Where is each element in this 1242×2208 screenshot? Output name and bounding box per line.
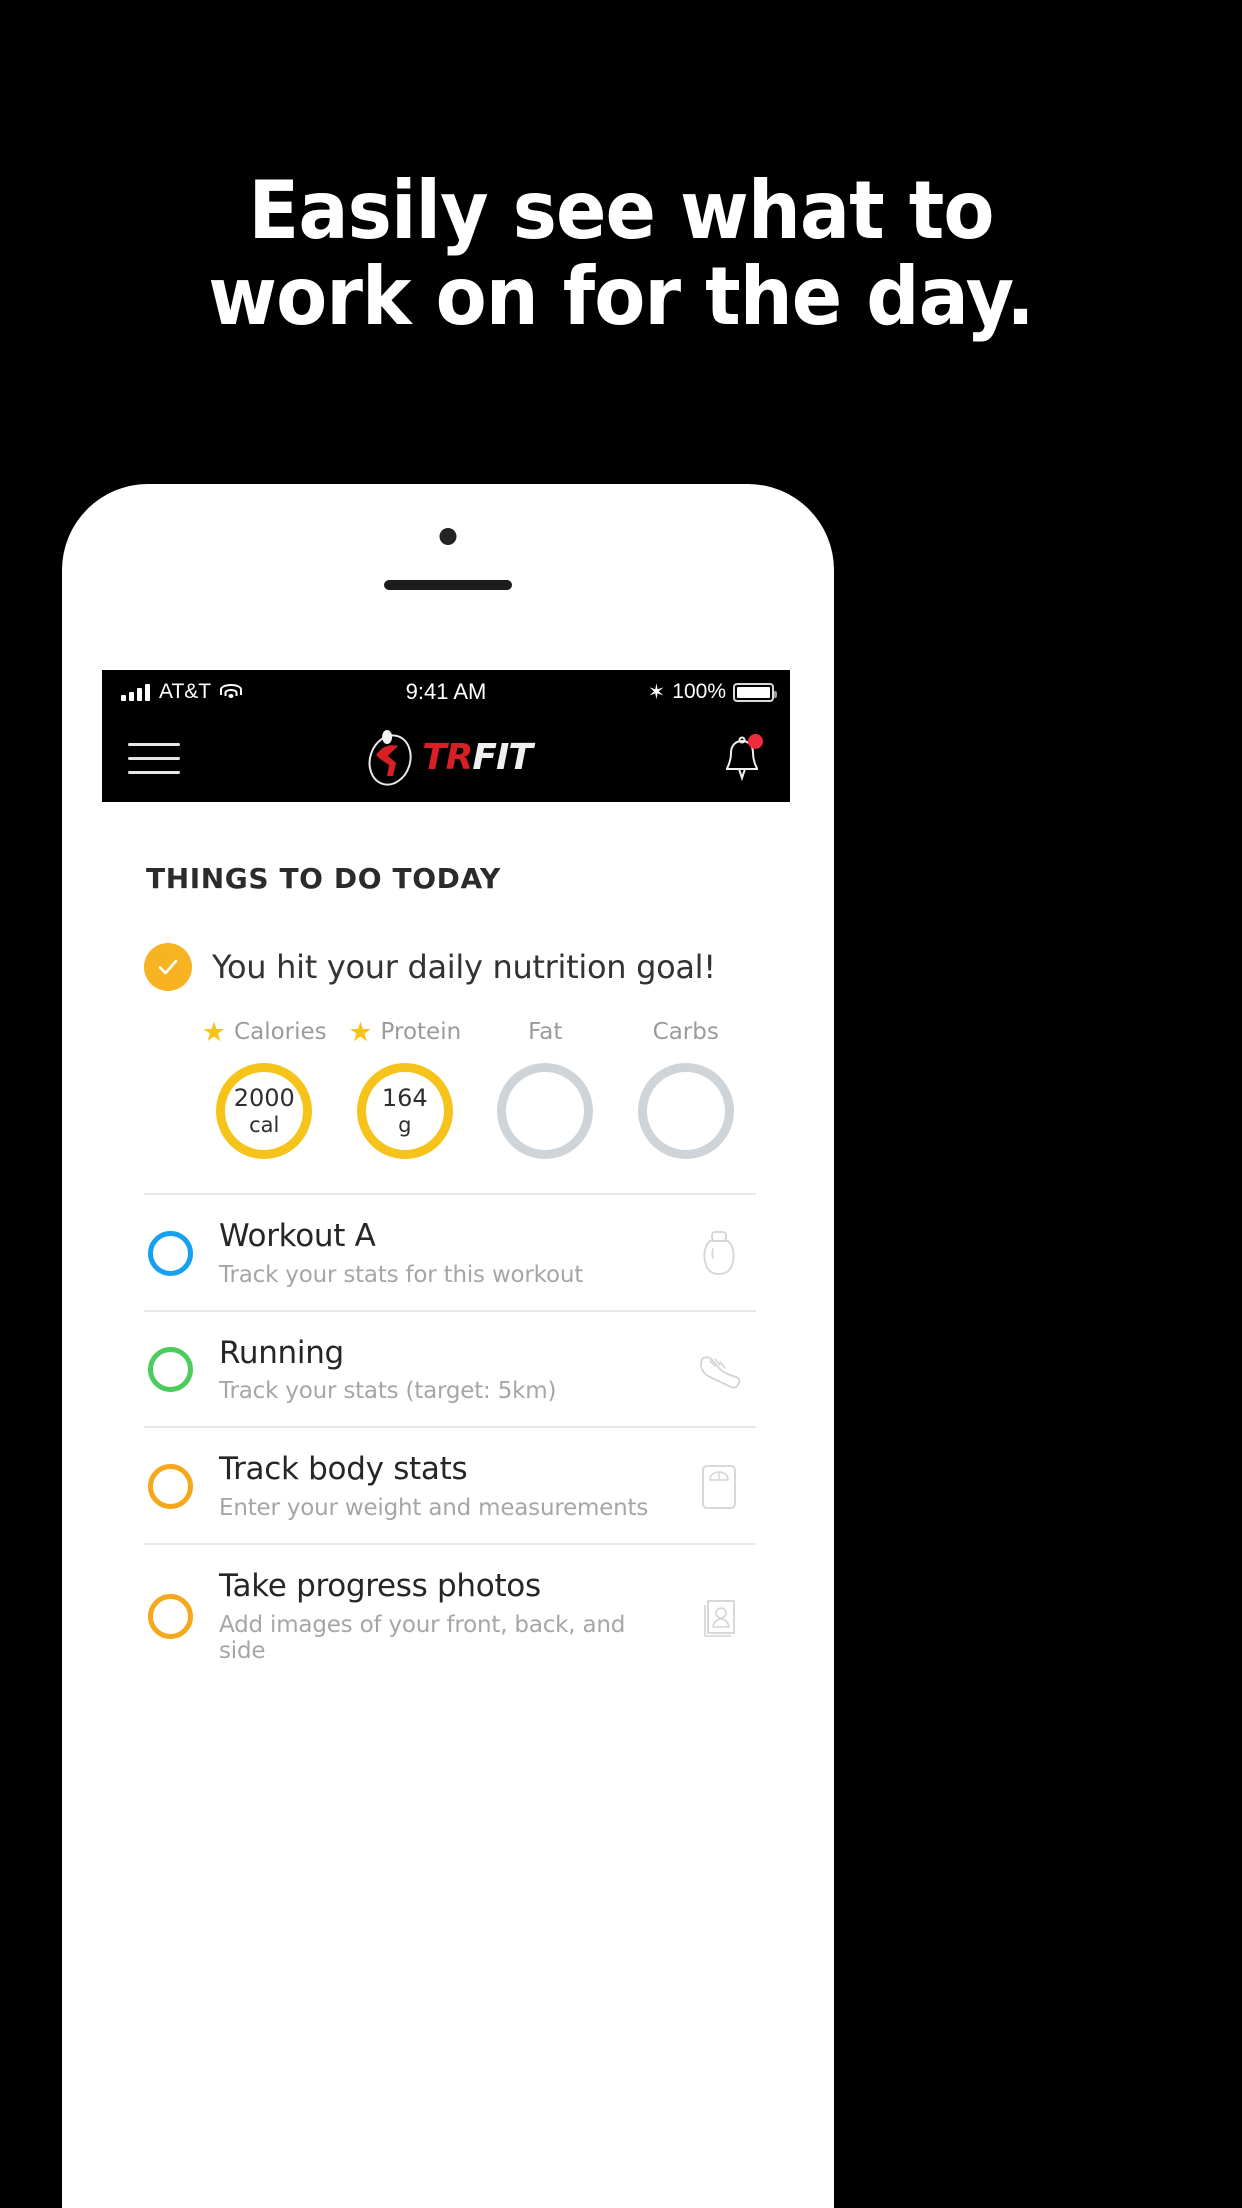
task-checkbox-circle[interactable] <box>148 1347 193 1393</box>
task-checkbox-circle[interactable] <box>148 1230 193 1276</box>
task-text: Running Track your stats (target: 5km) <box>219 1334 660 1405</box>
status-bar: AT&T 9:41 AM ✶ 100% <box>102 670 790 714</box>
macro-ring <box>497 1063 594 1159</box>
list-item[interactable]: Take progress photos Add images of your … <box>144 1542 756 1686</box>
kettlebell-icon <box>686 1229 752 1277</box>
task-list: Workout A Track your stats for this work… <box>136 1159 756 1686</box>
logo-text-fit: FIT <box>472 737 533 778</box>
star-icon: ★ <box>348 1016 373 1048</box>
app-store-screenshot: Easily see what to work on for the day. … <box>0 0 1242 2208</box>
macro-protein[interactable]: ★ Protein 164 g <box>335 1017 476 1159</box>
battery-icon <box>733 682 777 702</box>
task-subtitle: Track your stats (target: 5km) <box>219 1378 557 1405</box>
macro-label-row: ★ Protein <box>348 1017 461 1047</box>
app-navbar: TRFIT <box>102 714 790 802</box>
list-item[interactable]: Running Track your stats (target: 5km) <box>144 1309 756 1427</box>
runner-figure-icon <box>360 729 420 787</box>
headline-line-2: work on for the day. <box>208 250 1034 343</box>
list-item[interactable]: Track body stats Enter your weight and m… <box>144 1426 756 1543</box>
logo-wordmark: TRFIT <box>422 737 533 778</box>
task-checkbox-circle[interactable] <box>148 1464 193 1510</box>
macro-ring <box>637 1063 734 1159</box>
macro-unit: g <box>398 1112 412 1137</box>
macro-value: 164 <box>381 1084 428 1113</box>
clock-label: 9:41 AM <box>405 679 487 704</box>
hamburger-menu-icon[interactable] <box>128 742 180 774</box>
macro-value: 2000 <box>233 1084 295 1113</box>
page-title: THINGS TO DO TODAY <box>146 862 501 895</box>
macro-label-row: ★ Calories <box>202 1017 327 1047</box>
weight-scale-icon <box>686 1463 752 1511</box>
running-shoe-icon <box>686 1350 752 1390</box>
macro-label-row: Fat <box>528 1017 562 1047</box>
task-title: Workout A <box>219 1218 376 1254</box>
task-checkbox-circle[interactable] <box>148 1593 193 1639</box>
macro-label: Carbs <box>652 1019 719 1045</box>
app-logo: TRFIT <box>360 729 533 787</box>
photos-icon <box>686 1593 752 1639</box>
macro-carbs[interactable]: Carbs <box>616 1017 757 1159</box>
nutrition-status-label: You hit your daily nutrition goal! <box>212 948 716 986</box>
macro-label: Fat <box>528 1019 563 1045</box>
macro-unit: cal <box>249 1112 280 1137</box>
macro-label: Protein <box>380 1019 462 1045</box>
macro-rings-row: ★ Calories 2000 cal ★ Protein 164 g Fat … <box>136 991 756 1159</box>
nutrition-card: You hit your daily nutrition goal! ★ Cal… <box>136 895 756 1159</box>
check-circle-icon <box>144 943 192 991</box>
task-title: Track body stats <box>219 1451 468 1488</box>
phone-device-frame: AT&T 9:41 AM ✶ 100% TRFIT THINGS TO DO T… <box>62 484 834 2208</box>
task-title: Take progress photos <box>219 1567 541 1604</box>
task-subtitle: Track your stats for this workout <box>219 1261 584 1288</box>
notification-bell-icon[interactable] <box>720 734 764 782</box>
macro-label-row: Carbs <box>653 1017 719 1047</box>
front-camera-icon <box>439 528 457 545</box>
task-title: Running <box>219 1334 344 1371</box>
macro-fat[interactable]: Fat <box>475 1017 616 1159</box>
macro-label: Calories <box>234 1019 327 1045</box>
macro-calories[interactable]: ★ Calories 2000 cal <box>194 1017 335 1159</box>
list-item[interactable]: Workout A Track your stats for this work… <box>144 1193 756 1310</box>
task-subtitle: Enter your weight and measurements <box>219 1494 649 1521</box>
task-subtitle: Add images of your front, back, and side <box>219 1611 626 1664</box>
app-viewport: AT&T 9:41 AM ✶ 100% TRFIT THINGS TO DO T… <box>102 670 790 2208</box>
app-content: THINGS TO DO TODAY You hit your daily nu… <box>102 802 790 1686</box>
star-icon: ★ <box>201 1016 227 1048</box>
notification-badge-dot <box>748 734 763 749</box>
macro-ring: 2000 cal <box>216 1063 313 1159</box>
macro-ring: 164 g <box>356 1063 453 1159</box>
earpiece-speaker <box>384 580 512 590</box>
task-text: Workout A Track your stats for this work… <box>219 1218 660 1288</box>
task-text: Take progress photos Add images of your … <box>219 1567 660 1664</box>
logo-text-tr: TR <box>422 737 473 778</box>
marketing-headline: Easily see what to work on for the day. <box>0 168 1242 340</box>
task-text: Track body stats Enter your weight and m… <box>219 1452 660 1521</box>
nutrition-status-row: You hit your daily nutrition goal! <box>136 895 756 991</box>
headline-line-1: Easily see what to <box>248 164 994 257</box>
